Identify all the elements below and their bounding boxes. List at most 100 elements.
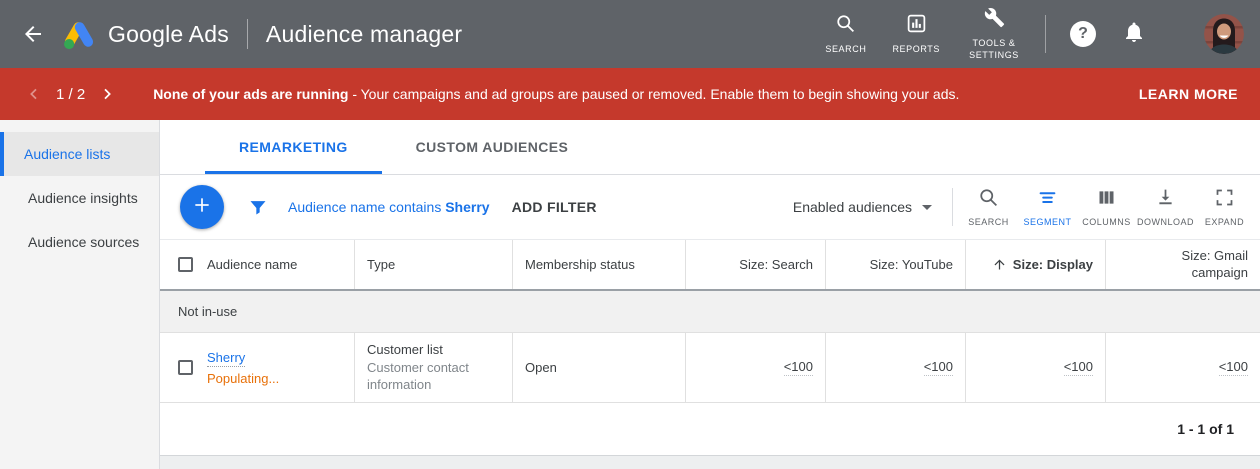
table-header-row: Audience name Type Membership status Siz… [160,239,1260,291]
column-header-label: Membership status [525,257,635,272]
select-all-checkbox[interactable] [178,257,193,272]
columns-button[interactable]: COLUMNS [1077,187,1136,227]
size-gmail-value[interactable]: <100 [1219,359,1248,376]
column-header-size-youtube[interactable]: Size: YouTube [826,240,966,289]
sidebar-item-label: Audience lists [24,146,110,162]
column-header-size-search[interactable]: Size: Search [686,240,826,289]
expand-button[interactable]: EXPAND [1195,187,1254,227]
help-icon[interactable]: ? [1070,21,1096,47]
sidebar-item-label: Audience insights [28,190,138,206]
audience-name-link[interactable]: Sherry [207,350,245,367]
segment-button-label: SEGMENT [1023,217,1071,227]
sidebar-item-audience-sources[interactable]: Audience sources [0,220,159,264]
learn-more-link[interactable]: LEARN MORE [1139,86,1238,102]
column-header-audience-name[interactable]: Audience name [160,240,355,289]
topbar-divider [247,19,248,49]
populating-status: Populating... [207,371,279,386]
banner-message: None of your ads are running - Your camp… [153,86,959,102]
filter-chip-value: Sherry [445,199,489,215]
topnav-tools-settings-label: TOOLS & SETTINGS [966,38,1022,61]
columns-icon [1096,187,1117,213]
size-display-value[interactable]: <100 [1064,359,1093,376]
column-header-label: Size: YouTube [870,257,953,272]
row-checkbox[interactable] [178,360,193,375]
table-group-row-not-in-use: Not in-use [160,291,1260,333]
cell-size-youtube: <100 [826,333,966,402]
column-header-label: Audience name [207,257,297,272]
topnav-tools-settings-button[interactable]: TOOLS & SETTINGS [966,7,1022,61]
topnav-reports-button[interactable]: REPORTS [892,13,940,56]
group-row-label: Not in-use [178,304,237,319]
search-icon [978,187,999,213]
add-audience-button[interactable] [180,185,224,229]
topnav-reports-label: REPORTS [892,44,940,56]
top-app-bar: Google Ads Audience manager SEARCH REPOR… [0,0,1260,68]
tab-custom-audiences[interactable]: CUSTOM AUDIENCES [382,120,603,174]
download-button-label: DOWNLOAD [1137,217,1194,227]
column-header-label: Size: Search [739,257,813,272]
expand-icon [1214,187,1235,213]
banner-next-icon[interactable] [97,84,117,104]
toolbar-divider [952,188,953,226]
banner-previous-icon[interactable] [24,84,44,104]
size-search-value[interactable]: <100 [784,359,813,376]
topnav-search-button[interactable]: SEARCH [825,13,866,56]
sidebar-item-audience-lists[interactable]: Audience lists [0,132,159,176]
table-footer: 1 - 1 of 1 [160,403,1260,455]
sidebar-item-audience-insights[interactable]: Audience insights [0,176,159,220]
sidebar-item-label: Audience sources [28,234,139,250]
tab-remarketing[interactable]: REMARKETING [205,120,382,174]
page-title: Audience manager [266,21,462,48]
size-youtube-value[interactable]: <100 [924,359,953,376]
download-button[interactable]: DOWNLOAD [1136,187,1195,227]
table-row: Sherry Populating... Customer list Custo… [160,333,1260,403]
banner-message-bold: None of your ads are running [153,86,348,102]
back-arrow-icon[interactable] [18,19,48,49]
cell-membership-status: Open [513,333,686,402]
column-header-size-display[interactable]: Size: Display [966,240,1106,289]
chevron-down-icon [922,205,932,210]
column-header-membership-status[interactable]: Membership status [513,240,686,289]
column-header-label: Size: Display [1013,257,1093,272]
filter-funnel-icon[interactable] [248,197,268,217]
cell-type: Customer list Customer contact informati… [355,333,513,402]
cell-audience-name: Sherry Populating... [160,333,355,402]
page-bottom-strip [160,455,1260,469]
left-sidebar: Audience lists Audience insights Audienc… [0,120,160,469]
ads-paused-banner: 1 / 2 None of your ads are running - You… [0,68,1260,120]
sort-ascending-icon [992,257,1007,272]
plus-icon [192,195,212,220]
column-header-size-gmail[interactable]: Size: Gmail campaign [1106,240,1260,289]
add-filter-button[interactable]: ADD FILTER [512,199,597,215]
tab-label: REMARKETING [239,139,348,155]
table-toolbar: Audience name contains Sherry ADD FILTER… [160,175,1260,239]
filter-chip-label: Audience name contains [288,199,441,215]
column-header-label: Type [367,257,395,272]
wrench-icon [984,7,1005,33]
segment-icon [1037,187,1058,213]
audience-status-dropdown-value: Enabled audiences [793,199,912,215]
cell-size-display: <100 [966,333,1106,402]
audience-status-dropdown[interactable]: Enabled audiences [793,199,932,215]
notifications-bell-icon[interactable] [1122,20,1146,49]
banner-pager: 1 / 2 [56,86,85,103]
pagination-text: 1 - 1 of 1 [1177,421,1234,437]
expand-button-label: EXPAND [1205,217,1244,227]
google-ads-logo-icon[interactable] [62,19,96,50]
column-header-type[interactable]: Type [355,240,513,289]
cell-size-search: <100 [686,333,826,402]
search-table-button[interactable]: SEARCH [959,187,1018,227]
reports-icon [906,13,927,39]
segment-button[interactable]: SEGMENT [1018,187,1077,227]
search-button-label: SEARCH [968,217,1009,227]
topbar-divider [1045,15,1046,53]
product-name: Google Ads [108,21,229,48]
banner-message-rest: - Your campaigns and ad groups are pause… [352,86,959,102]
columns-button-label: COLUMNS [1082,217,1131,227]
type-description: Customer contact information [367,359,500,394]
user-avatar[interactable] [1204,14,1244,54]
tab-bar: REMARKETING CUSTOM AUDIENCES [160,120,1260,175]
download-icon [1155,187,1176,213]
active-filter-chip[interactable]: Audience name contains Sherry [288,199,490,215]
search-icon [835,13,856,39]
